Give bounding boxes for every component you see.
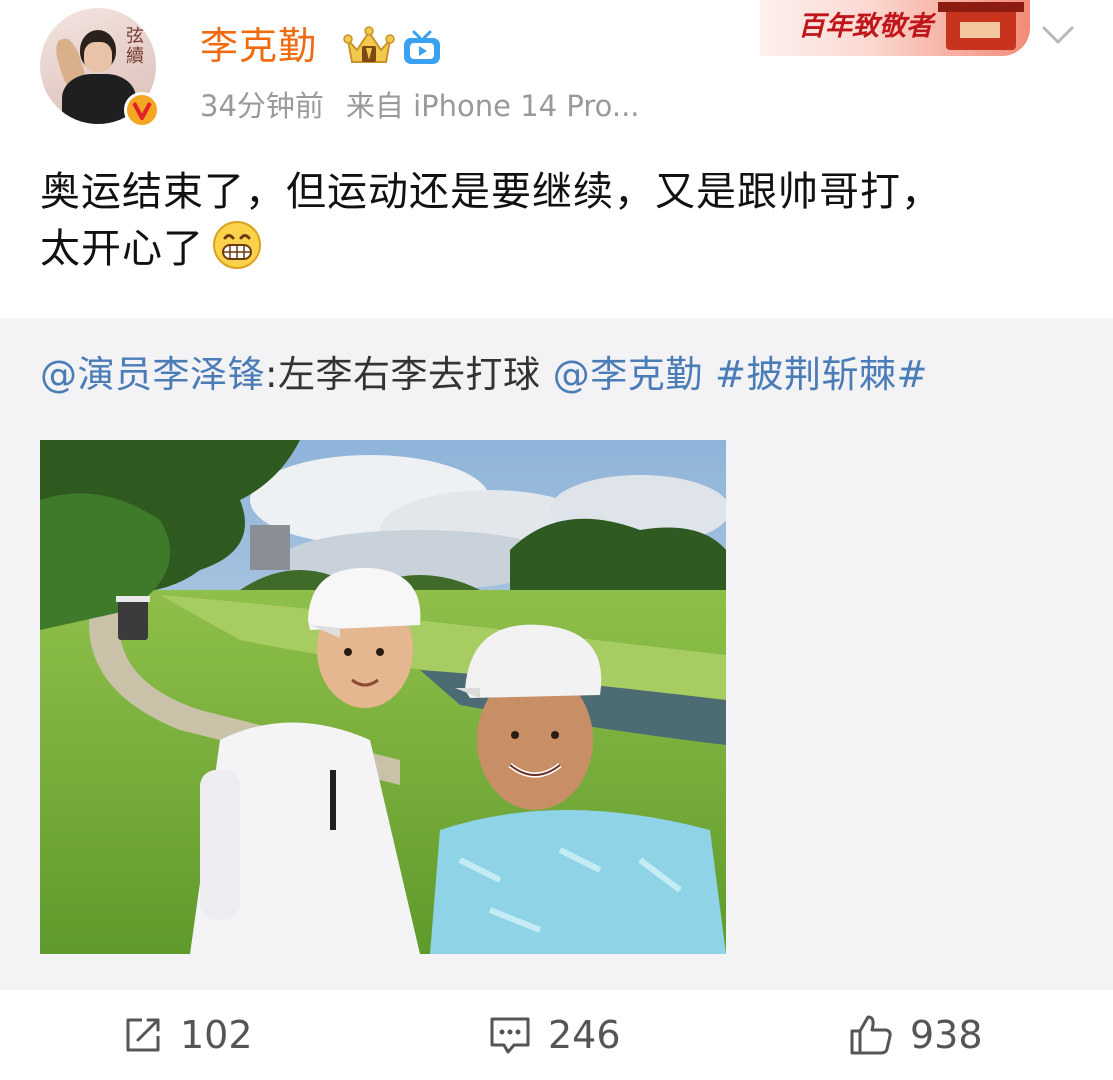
chevron-down-icon[interactable] bbox=[1040, 20, 1076, 48]
grinning-face-icon bbox=[213, 221, 261, 269]
repost-body: :左李右李去打球 bbox=[265, 353, 541, 396]
post-time: 34分钟前 bbox=[200, 89, 324, 123]
post-source[interactable]: 来自 iPhone 14 Pro... bbox=[346, 89, 640, 123]
action-bar: 102 246 938 bbox=[0, 990, 1113, 1080]
like-count: 938 bbox=[910, 1013, 983, 1057]
post-text-line2-wrap: 太开心了 bbox=[40, 220, 1070, 277]
post-text-line1: 奥运结束了，但运动还是要继续，又是跟帅哥打， bbox=[40, 169, 942, 215]
repost-card[interactable]: @演员李泽锋:左李右李去打球 @李克勤 #披荆斩棘# bbox=[0, 318, 1113, 990]
tv-badge-icon[interactable] bbox=[402, 28, 442, 66]
golf-selfie-image bbox=[40, 440, 726, 954]
repost-photo[interactable] bbox=[40, 440, 726, 954]
promo-banner[interactable]: 百年致敬者 bbox=[760, 0, 1030, 56]
promo-banner-text: 百年致敬者 bbox=[798, 11, 933, 42]
repost-text: @演员李泽锋:左李右李去打球 @李克勤 #披荆斩棘# bbox=[40, 346, 928, 404]
post-meta: 34分钟前 来自 iPhone 14 Pro... bbox=[200, 86, 640, 126]
post-text-line2: 太开心了 bbox=[40, 226, 204, 272]
comment-count: 246 bbox=[548, 1013, 621, 1057]
repost-count: 102 bbox=[180, 1013, 253, 1057]
building-icon bbox=[938, 2, 1024, 50]
topic-link[interactable]: #披荆斩棘# bbox=[715, 353, 928, 396]
comment-icon bbox=[490, 1017, 530, 1054]
member-crown-icon[interactable] bbox=[342, 26, 396, 68]
mention-link[interactable]: @李克勤 bbox=[553, 353, 703, 396]
avatar-text: 弦續 bbox=[123, 26, 144, 66]
comment-button[interactable]: 246 bbox=[488, 1012, 621, 1058]
repost-button[interactable]: 102 bbox=[122, 1012, 253, 1058]
repost-author-link[interactable]: @演员李泽锋 bbox=[40, 353, 265, 396]
username[interactable]: 李克勤 bbox=[200, 22, 317, 70]
verified-badge-icon bbox=[124, 92, 160, 128]
repost-icon bbox=[126, 1018, 160, 1052]
like-button[interactable]: 938 bbox=[848, 1012, 983, 1058]
post-text: 奥运结束了，但运动还是要继续，又是跟帅哥打， 太开心了 bbox=[40, 164, 1070, 277]
thumbs-up-icon bbox=[850, 1015, 892, 1055]
